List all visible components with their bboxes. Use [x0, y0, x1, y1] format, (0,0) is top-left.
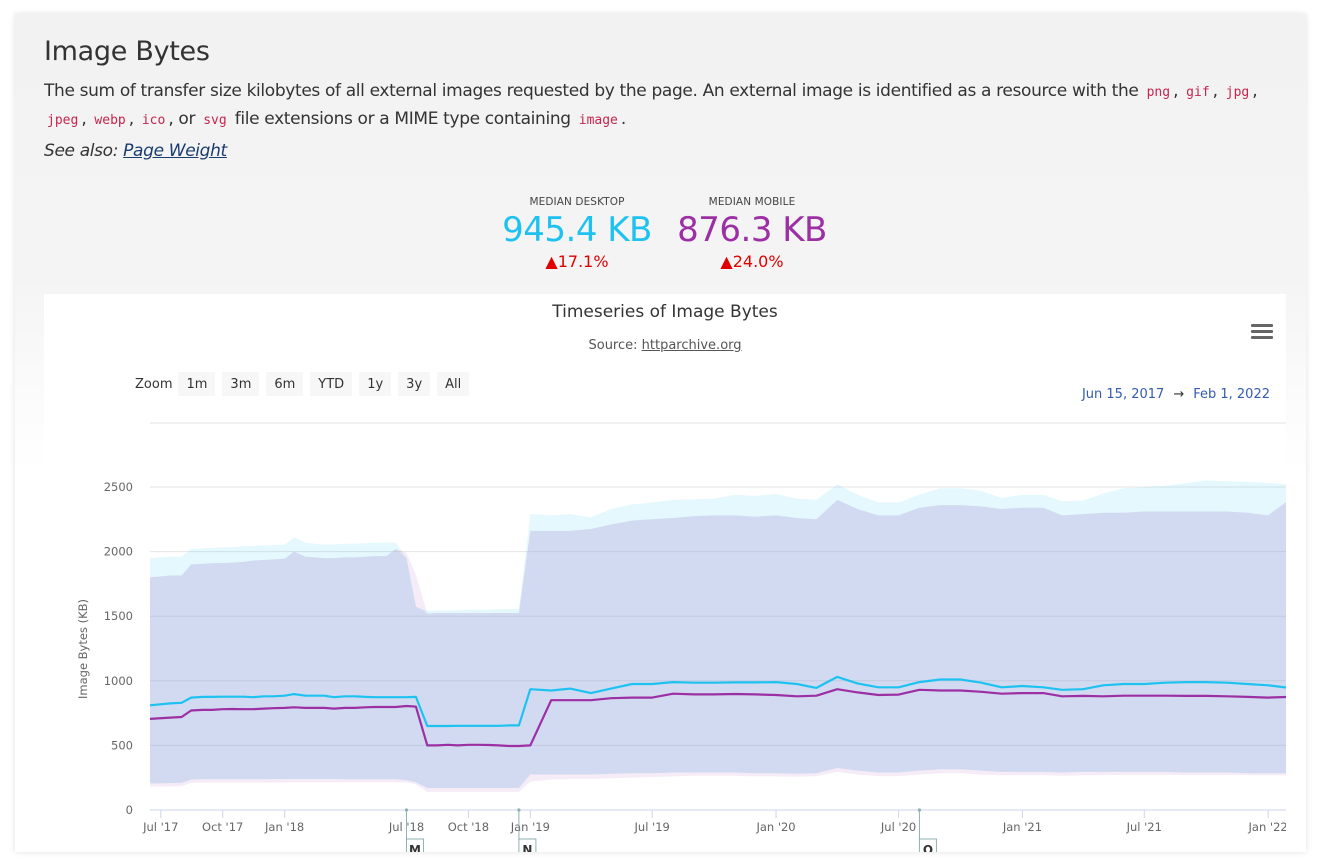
x-tick-label: Jul '17 — [142, 820, 178, 834]
description-text: file extensions or a MIME type containin… — [229, 109, 576, 129]
kpi-desktop-value: 945.4 KB — [502, 210, 652, 250]
kpi-desktop-change: ▲17.1% — [545, 252, 609, 271]
zoom-1y-button[interactable]: 1y — [359, 372, 392, 396]
date-range-display: Jun 15, 2017 → Feb 1, 2022 — [1082, 387, 1270, 402]
x-tick-label: Jan '19 — [510, 820, 550, 834]
y-tick-label: 500 — [111, 738, 133, 752]
code-token: jpg — [1225, 85, 1250, 100]
description-text: The sum of transfer size kilobytes of al… — [44, 81, 1144, 101]
metric-card: Image Bytes The sum of transfer size kil… — [15, 14, 1306, 852]
zoom-range-selector: Zoom 1m 3m 6m YTD 1y 3y All — [135, 372, 476, 396]
y-tick-label: 2000 — [104, 545, 133, 559]
kpi-mobile-value: 876.3 KB — [677, 210, 827, 250]
annotation-flag-label: O — [923, 843, 933, 852]
metric-description: The sum of transfer size kilobytes of al… — [44, 78, 1274, 134]
kpi-mobile-change: ▲24.0% — [720, 252, 784, 271]
page-weight-link[interactable]: Page Weight — [123, 141, 227, 161]
y-axis-title: Image Bytes (KB) — [76, 599, 90, 699]
see-also: See also: Page Weight — [44, 141, 227, 161]
x-tick-label: Jan '21 — [1002, 820, 1042, 834]
zoom-1m-button[interactable]: 1m — [178, 372, 216, 396]
range-to[interactable]: Feb 1, 2022 — [1193, 387, 1270, 402]
y-tick-label: 1000 — [104, 674, 133, 688]
percentile-overlap-band — [150, 499, 1286, 788]
description-text: . — [620, 109, 626, 129]
chart-subtitle: Source: httparchive.org — [44, 338, 1286, 353]
zoom-label: Zoom — [135, 376, 173, 392]
description-text: , — [1252, 81, 1258, 101]
code-token: ico — [141, 113, 166, 128]
description-text: , or — [168, 109, 201, 129]
description-text: , — [81, 109, 92, 129]
hamburger-menu-icon[interactable] — [1251, 324, 1273, 342]
code-token: jpeg — [47, 113, 79, 128]
zoom-all-button[interactable]: All — [437, 372, 470, 396]
x-tick-label: Jul '19 — [634, 820, 670, 834]
description-text: , — [128, 109, 139, 129]
y-tick-label: 2500 — [104, 480, 133, 494]
annotation-flag-label: N — [522, 843, 532, 852]
annotation-flag-label: M — [409, 843, 421, 852]
code-token: gif — [1186, 85, 1210, 100]
range-arrow-icon: → — [1173, 387, 1185, 402]
code-token: image — [578, 113, 618, 128]
range-from[interactable]: Jun 15, 2017 — [1082, 387, 1164, 402]
description-text: , — [1173, 81, 1184, 101]
flag-anchor — [517, 808, 521, 812]
x-tick-label: Jan '20 — [755, 820, 795, 834]
kpi-mobile-label: MEDIAN MOBILE — [708, 196, 796, 208]
code-token: svg — [203, 113, 227, 128]
x-tick-label: Jan '22 — [1248, 820, 1286, 834]
source-link[interactable]: httparchive.org — [642, 338, 742, 353]
flag-anchor — [404, 808, 409, 812]
kpi-median-mobile: MEDIAN MOBILE 876.3 KB ▲24.0% — [672, 196, 832, 271]
timeseries-chart: 0 500 1000 1500 2000 2500 Image Bytes (KB) Jul … — [44, 294, 1286, 852]
zoom-3y-button[interactable]: 3y — [398, 372, 431, 396]
metric-title: Image Bytes — [44, 36, 210, 67]
zoom-ytd-button[interactable]: YTD — [310, 372, 353, 396]
zoom-3m-button[interactable]: 3m — [222, 372, 260, 396]
y-tick-label: 0 — [126, 803, 133, 817]
kpi-desktop-label: MEDIAN DESKTOP — [529, 196, 625, 208]
zoom-6m-button[interactable]: 6m — [266, 372, 304, 396]
chart-source-label: Source: — [588, 338, 642, 353]
x-tick-label: Jul '20 — [880, 820, 916, 834]
x-tick-label: Oct '17 — [202, 820, 243, 834]
see-also-label: See also: — [44, 141, 124, 161]
description-text: , — [1212, 81, 1223, 101]
kpi-median-desktop: MEDIAN DESKTOP 945.4 KB ▲17.1% — [497, 196, 657, 271]
flag-anchor — [917, 808, 922, 812]
x-tick-label: Oct '18 — [448, 820, 489, 834]
x-tick-label: Jan '18 — [264, 820, 304, 834]
x-tick-label: Jul '21 — [1126, 820, 1162, 834]
chart-title: Timeseries of Image Bytes — [552, 302, 778, 322]
code-token: webp — [94, 113, 126, 128]
y-tick-label: 1500 — [104, 609, 133, 623]
code-token: png — [1146, 85, 1171, 100]
